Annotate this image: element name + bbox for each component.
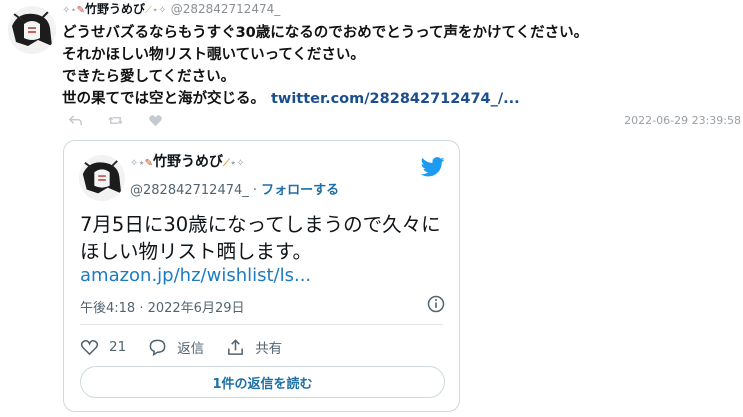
share-icon [228,338,244,355]
sparkle-icon: ✧⋆ [130,158,145,169]
comment-icon [149,339,166,356]
tweet-timestamp: 2022-06-29 23:39:58 [624,114,741,127]
tweet-line: どうせバズるならもうすぐ30歳になるのでおめでとうって声をかけてください。 [62,25,589,41]
reply-action[interactable]: 返信 [148,337,204,357]
quoted-handle-row: @282842712474_ · フォローする [130,179,339,198]
quoted-text-line: ほしい物リスト晒します。 [80,240,313,263]
like-icon[interactable] [146,112,164,128]
page: ✧⋆✎竹野うめび⟋⋆✧ @282842712474_ どうせバズるならもうすぐ30… [0,0,743,417]
avatar-image [8,6,56,54]
quoted-author-row: ✧⋆✎竹野うめび⟋⋆✧ [130,151,245,171]
sparkle-icon: ✧⋆ [62,5,77,16]
info-icon[interactable] [427,295,445,313]
quoted-actions: 21 返信 共有 [80,337,304,357]
quoted-text-line: 7月5日に30歳になってしまうので久々に [80,213,441,236]
share-action[interactable]: 共有 [226,337,282,357]
tweet-line: できたら愛してください。 [62,69,236,85]
author-handle[interactable]: @282842712474_ [171,2,281,16]
sparkle-icon: ⋆✧ [230,158,245,169]
separator: · [248,183,262,198]
avatar-image [79,155,125,201]
quoted-tweet-text: 7月5日に30歳になってしまうので久々に ほしい物リスト晒します。 [80,211,450,265]
author-row: ✧⋆✎竹野うめび⟋⋆✧ @282842712474_ [62,1,280,19]
tweet-text: どうせバズるならもうすぐ30歳になるのでおめでとうって声をかけてください。 それ… [62,22,588,110]
heart-icon [80,339,99,355]
twitter-bird-icon[interactable] [421,157,445,177]
sparkle-icon: ⋆✧ [152,5,167,16]
quoted-author-name[interactable]: 竹野うめび [153,154,223,170]
reply-label: 返信 [177,341,205,357]
brush-icon: ⟋ [223,158,231,169]
divider [80,324,443,325]
pen-icon: ✎ [76,5,86,16]
quoted-author-handle[interactable]: @282842712474_ [130,183,249,198]
reply-icon[interactable] [66,112,84,128]
quoted-avatar[interactable] [79,155,125,201]
read-replies-button[interactable]: 1件の返信を読む [80,366,445,398]
embedded-tweet-card[interactable]: ✧⋆✎竹野うめび⟋⋆✧ @282842712474_ · フォローする 7月5日… [63,140,460,412]
brush-icon: ⟋ [145,5,153,16]
avatar[interactable] [8,6,56,54]
tweet-link[interactable]: twitter.com/282842712474_/... [271,91,520,107]
author-name[interactable]: 竹野うめび [85,2,145,16]
tweet-line: それかほしい物リスト覗いていってください。 [62,47,365,63]
like-action[interactable]: 21 [80,338,126,357]
retweet-icon[interactable] [106,112,124,128]
like-count: 21 [109,339,127,355]
tweet-actions [66,112,164,128]
tweet-line: 世の果てでは空と海が交じる。 [62,91,265,107]
wishlist-link[interactable]: amazon.jp/hz/wishlist/ls... [80,265,311,286]
pen-icon: ✎ [144,158,154,169]
share-label: 共有 [255,341,283,357]
quoted-timestamp[interactable]: 午後4:18 · 2022年6月29日 [80,297,245,316]
follow-button[interactable]: フォローする [261,183,339,198]
tweet-line-with-link: 世の果てでは空と海が交じる。 twitter.com/282842712474_/… [62,88,588,110]
